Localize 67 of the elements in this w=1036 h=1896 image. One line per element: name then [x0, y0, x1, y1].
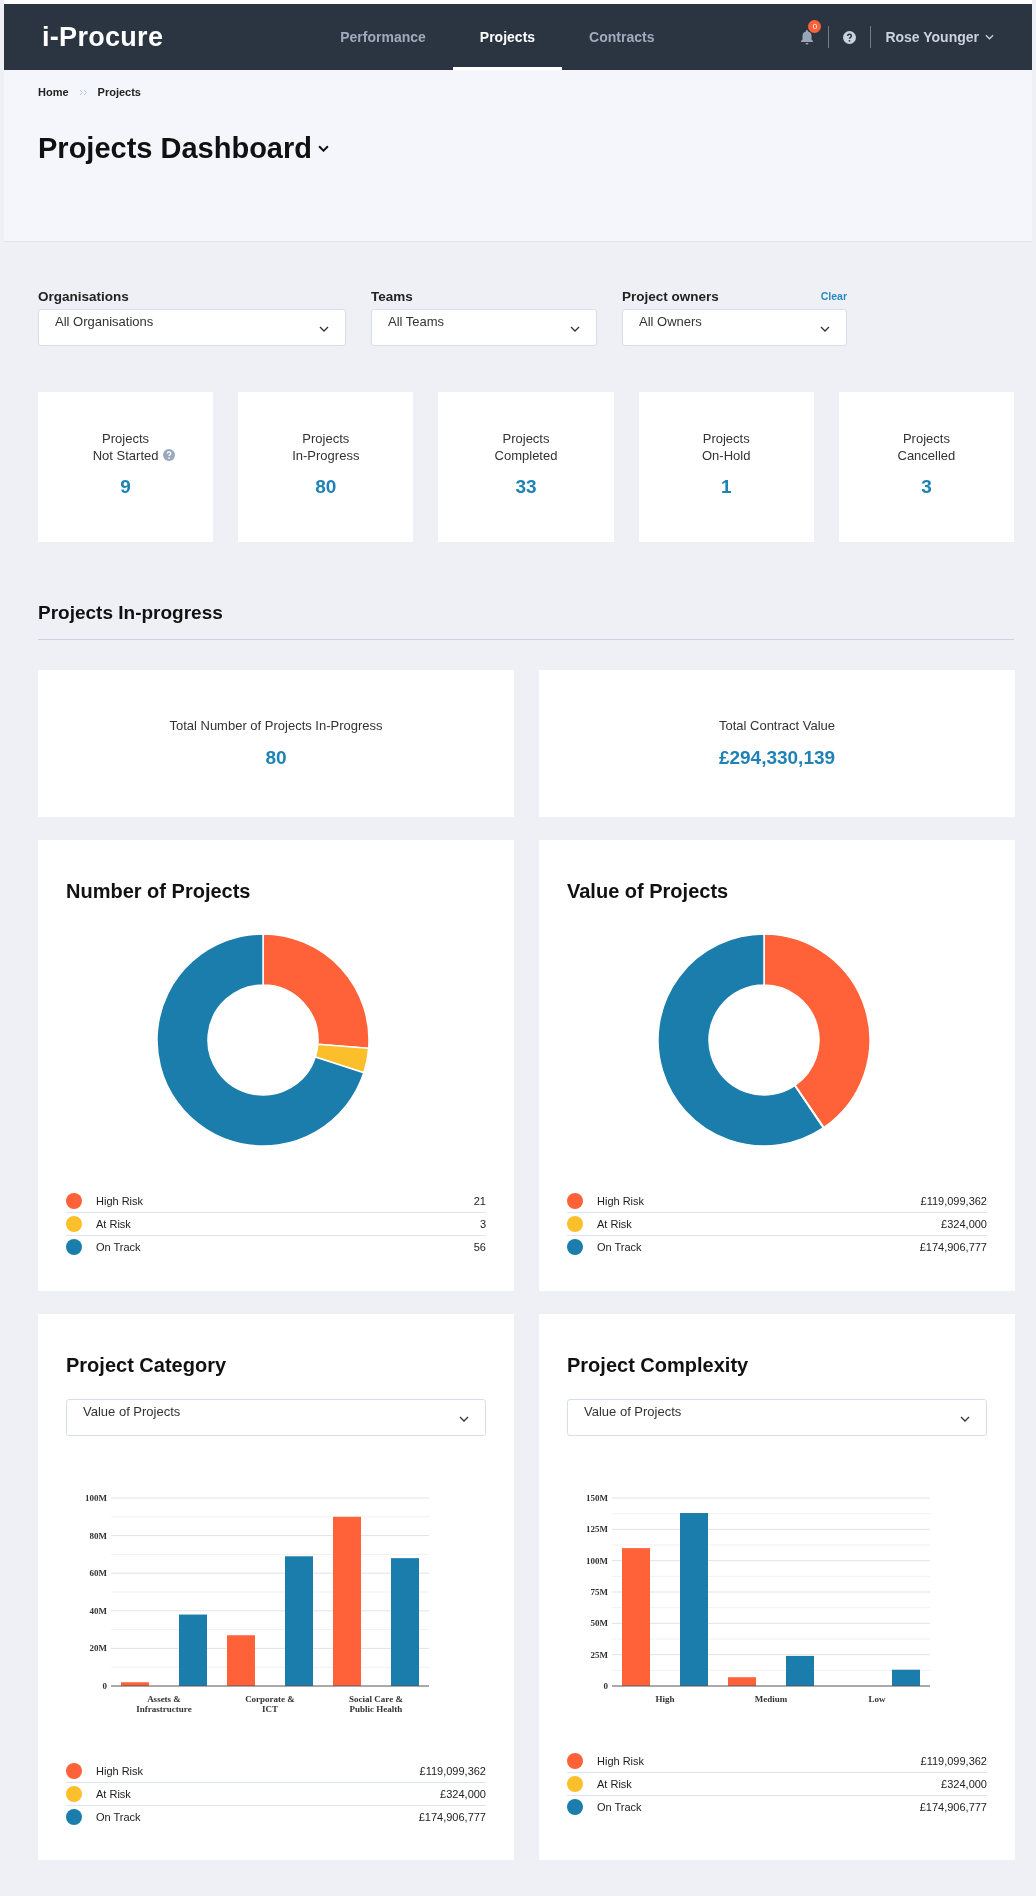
legend-value: £119,099,362 [920, 1755, 987, 1767]
legend-label: At Risk [597, 1218, 632, 1230]
status-label: Projects Not Started [92, 430, 159, 464]
status-label: Projects In-Progress [292, 430, 360, 464]
page-title: Projects Dashboard [38, 132, 312, 165]
axis-tick-label: 60M [89, 1568, 107, 1579]
legend-label: On Track [597, 1241, 642, 1253]
axis-tick-label: 0 [102, 1681, 107, 1690]
kpi-value: £294,330,139 [718, 747, 836, 769]
legend-value: £119,099,362 [920, 1195, 987, 1207]
legend-value: £324,000 [941, 1218, 987, 1230]
axis-tick-label: 75M [590, 1587, 608, 1597]
axis-category-label: Social Care & Public Health [348, 1694, 404, 1714]
legend-value: £174,906,777 [919, 1801, 987, 1813]
kpi-value: 80 [265, 747, 287, 769]
legend-value: 21 [473, 1195, 486, 1207]
status-count: 1 [720, 476, 732, 498]
axis-tick-label: 80M [89, 1530, 107, 1541]
axis-category-label: Medium [754, 1694, 788, 1704]
legend-value: 3 [479, 1218, 486, 1230]
legend-value: £324,000 [941, 1778, 987, 1790]
status-count: 3 [921, 476, 932, 498]
legend-value: £324,000 [440, 1788, 486, 1800]
axis-category-label: High [655, 1694, 675, 1704]
axis-tick-label: 0 [603, 1681, 608, 1690]
notification-badge: 0 [808, 20, 822, 33]
legend-label: High Risk [96, 1195, 144, 1207]
legend-value: £119,099,362 [419, 1765, 486, 1777]
status-count: 33 [515, 476, 537, 498]
legend-value: £174,906,777 [418, 1811, 486, 1823]
status-count: 9 [120, 476, 131, 498]
chart-title: Project Category [66, 1354, 228, 1377]
kpi-label: Total Contract Value [718, 718, 836, 733]
status-label: Projects On-Hold [702, 430, 751, 464]
axis-tick-label: 150M [586, 1493, 608, 1503]
kpi-label: Total Number of Projects In-Progress [169, 718, 383, 733]
legend-value: 56 [473, 1241, 486, 1253]
legend-label: At Risk [597, 1778, 632, 1790]
axis-tick-label: 125M [586, 1524, 608, 1535]
legend-value: £174,906,777 [919, 1241, 987, 1253]
axis-tick-label: 40M [89, 1605, 107, 1616]
axis-tick-label: 100M [586, 1555, 608, 1566]
status-label: Projects Completed [494, 430, 558, 464]
filter-label: Project owners [622, 288, 719, 304]
legend-label: High Risk [597, 1755, 645, 1767]
filter-label: Teams [371, 288, 413, 304]
axis-tick-label: 25M [590, 1649, 608, 1660]
axis-category-label: Assets & Infrastructure [135, 1694, 193, 1714]
axis-tick-label: 50M [590, 1618, 608, 1629]
legend-label: On Track [96, 1241, 141, 1253]
axis-category-label: Low [868, 1694, 886, 1704]
legend-label: High Risk [597, 1195, 645, 1207]
chart-title: Project Complexity [567, 1354, 750, 1377]
chart-title: Number of Projects [66, 880, 252, 903]
section-title: Projects In-progress [38, 602, 224, 624]
legend-label: At Risk [96, 1218, 131, 1230]
chart-title: Value of Projects [567, 880, 730, 903]
legend-label: At Risk [96, 1788, 131, 1800]
legend-label: High Risk [96, 1765, 144, 1777]
axis-category-label: Corporate & ICT [244, 1694, 296, 1714]
status-count: 80 [315, 476, 337, 498]
axis-tick-label: 100M [85, 1493, 107, 1503]
filter-label: Organisations [38, 288, 129, 304]
legend-label: On Track [96, 1811, 141, 1823]
axis-tick-label: 20M [89, 1643, 107, 1654]
legend-label: On Track [597, 1801, 642, 1813]
status-label: Projects Cancelled [897, 430, 956, 464]
